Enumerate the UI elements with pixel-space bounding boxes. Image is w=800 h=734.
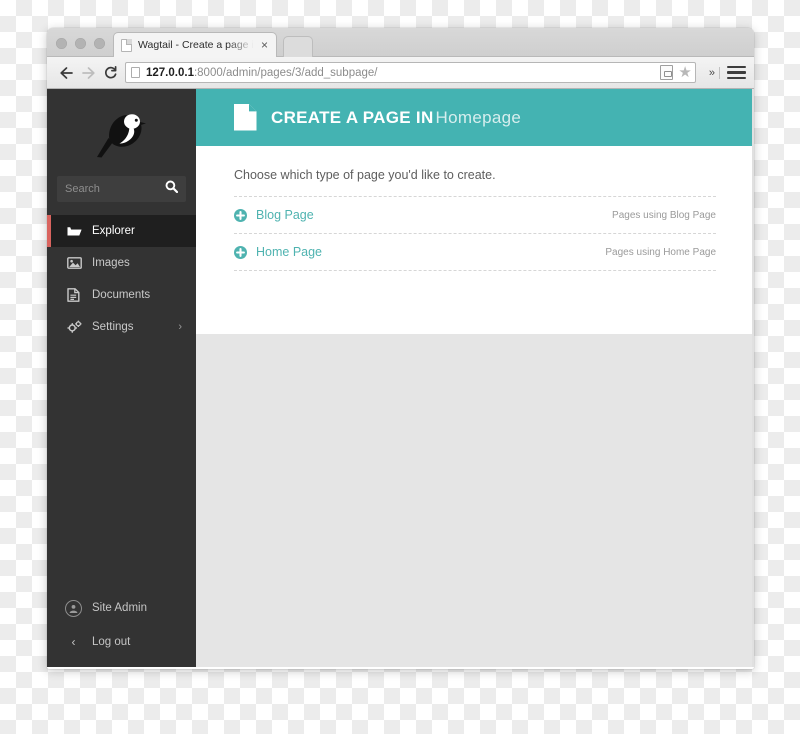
plus-circle-icon [234,245,247,259]
page-type-usage[interactable]: Pages using Home Page [605,247,716,258]
page-document-icon [234,104,257,131]
address-bar-actions: ★ [660,65,692,80]
avatar [65,599,82,617]
sidebar-item-logout[interactable]: ‹ Log out [47,625,196,659]
gears-icon [67,320,82,334]
toolbar-overflow-icon[interactable]: » [704,66,720,79]
page-type-list: Blog Page Pages using Blog Page Home Pag… [234,196,716,271]
sidebar-item-label: Images [92,257,130,269]
wagtail-bird-logo[interactable] [47,89,196,176]
page-action-icon[interactable] [660,65,674,80]
address-bar[interactable]: 127.0.0.1:8000/admin/pages/3/add_subpage… [125,62,696,83]
wagtail-sidebar: Search Explorer Images Documents Setting… [47,89,196,667]
close-tab-icon[interactable]: × [258,39,271,52]
sidebar-item-explorer[interactable]: Explorer [47,215,196,247]
browser-tab[interactable]: Wagtail - Create a page in × [113,32,277,57]
url-host: 127.0.0.1 [146,66,194,79]
sidebar-item-label: Settings [92,321,134,333]
plus-circle-icon [234,208,247,222]
page-title-sub: Homepage [435,107,522,127]
site-admin-label: Site Admin [92,602,147,614]
back-arrow-icon[interactable] [55,62,77,84]
browser-tab-strip: Wagtail - Create a page in × [47,28,754,57]
page-header: CREATE A PAGE IN Homepage [196,89,754,146]
image-icon [67,257,82,269]
document-icon [67,288,82,302]
browser-toolbar: 127.0.0.1:8000/admin/pages/3/add_subpage… [47,57,754,89]
minimize-window-button[interactable] [75,38,86,49]
page-type-link[interactable]: Blog Page [256,208,612,222]
sidebar-search-wrap: Search [47,176,196,202]
sidebar-item-label: Documents [92,289,151,301]
intro-text: Choose which type of page you'd like to … [234,168,496,182]
sidebar-item-settings[interactable]: Settings › [47,311,196,343]
page-type-link[interactable]: Home Page [256,245,605,259]
sidebar-item-label: Explorer [92,225,135,237]
search-placeholder: Search [65,183,100,195]
window-controls [56,38,105,49]
transparency-backdrop: Wagtail - Create a page in × 127.0.0.1:8… [0,0,800,734]
new-tab-button[interactable] [283,36,313,57]
bookmark-star-icon[interactable]: ★ [678,65,691,80]
search-icon[interactable] [165,180,179,198]
url-path: :8000/admin/pages/3/add_subpage/ [193,66,378,79]
maximize-window-button[interactable] [94,38,105,49]
url-text: 127.0.0.1:8000/admin/pages/3/add_subpage… [146,67,660,79]
reload-icon[interactable] [99,62,121,84]
page-type-usage[interactable]: Pages using Blog Page [612,210,716,221]
sidebar-footer: Site Admin ‹ Log out [47,591,196,667]
content-panel: Choose which type of page you'd like to … [196,146,754,334]
sidebar-item-site-admin[interactable]: Site Admin [47,591,196,625]
page-title: CREATE A PAGE IN Homepage [271,108,521,128]
main-content: CREATE A PAGE IN Homepage Choose which ty… [196,89,754,667]
browser-window: Wagtail - Create a page in × 127.0.0.1:8… [47,28,754,669]
forward-arrow-icon [77,62,99,84]
list-item[interactable]: Home Page Pages using Home Page [234,234,716,271]
close-window-button[interactable] [56,38,67,49]
url-favicon-icon [131,67,140,78]
list-item[interactable]: Blog Page Pages using Blog Page [234,197,716,234]
chevron-left-icon: ‹ [71,635,76,649]
page-viewport: Search Explorer Images Documents Setting… [47,89,754,667]
logout-label: Log out [92,636,131,648]
sidebar-item-documents[interactable]: Documents [47,279,196,311]
sidebar-nav: Explorer Images Documents Settings › [47,215,196,343]
chevron-right-icon: › [178,321,182,333]
search-input[interactable]: Search [57,176,186,202]
content-background [196,334,754,667]
hamburger-menu-icon[interactable] [727,65,746,80]
tab-favicon-icon [121,38,132,52]
page-scrollbar[interactable] [752,89,754,667]
folder-open-icon [67,225,82,237]
tab-title: Wagtail - Create a page in [138,39,256,51]
sidebar-item-images[interactable]: Images [47,247,196,279]
page-title-strong: CREATE A PAGE IN [271,107,434,127]
